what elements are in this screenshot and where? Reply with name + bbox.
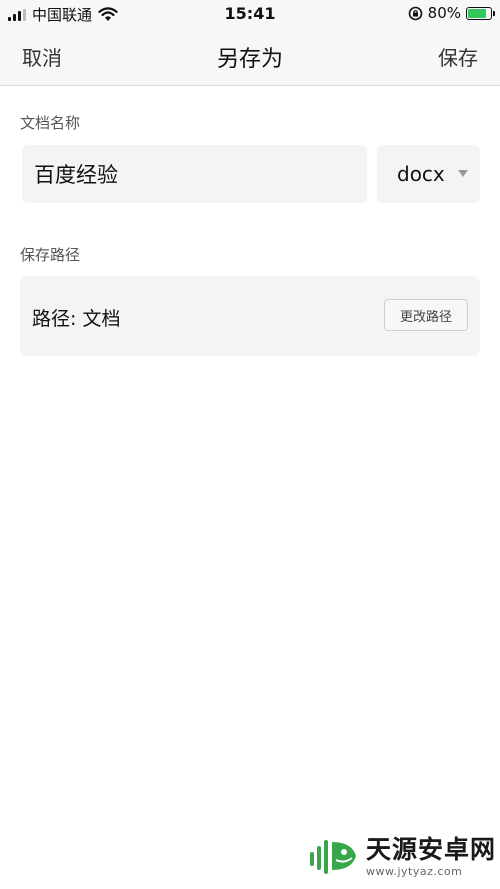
save-path-label: 保存路径 <box>20 246 81 264</box>
nav-bar: 取消 另存为 保存 <box>0 28 500 86</box>
watermark-logo-icon <box>310 840 356 874</box>
battery-fill <box>468 8 486 18</box>
document-name-label: 文档名称 <box>20 114 81 132</box>
cancel-button[interactable]: 取消 <box>22 42 62 71</box>
save-path-text: 路径: 文档 <box>32 308 121 330</box>
save-path-card: 路径: 文档 更改路径 <box>20 276 480 356</box>
signal-icon <box>8 8 26 21</box>
save-button[interactable]: 保存 <box>438 42 478 71</box>
watermark-text: 天源安卓网 www.jytyaz.com <box>366 835 496 878</box>
format-value: docx <box>397 162 445 186</box>
battery-icon <box>466 6 495 20</box>
document-name-input[interactable]: 百度经验 <box>22 145 367 203</box>
status-right: 80% <box>408 4 495 22</box>
carrier-name: 中国联通 <box>32 6 93 24</box>
status-left: 中国联通 <box>8 4 118 25</box>
watermark: 天源安卓网 www.jytyaz.com <box>308 834 496 878</box>
watermark-title: 天源安卓网 <box>366 834 497 864</box>
watermark-url: www.jytyaz.com <box>366 864 463 878</box>
rotation-lock-icon <box>408 6 422 20</box>
format-dropdown[interactable]: docx <box>377 145 480 203</box>
page-title: 另存为 <box>216 47 283 72</box>
change-path-button[interactable]: 更改路径 <box>384 299 468 331</box>
battery-percent: 80% <box>427 4 461 22</box>
wifi-icon <box>98 7 118 21</box>
caret-down-icon <box>458 170 468 177</box>
status-bar: 中国联通 15:41 80% <box>0 0 500 28</box>
